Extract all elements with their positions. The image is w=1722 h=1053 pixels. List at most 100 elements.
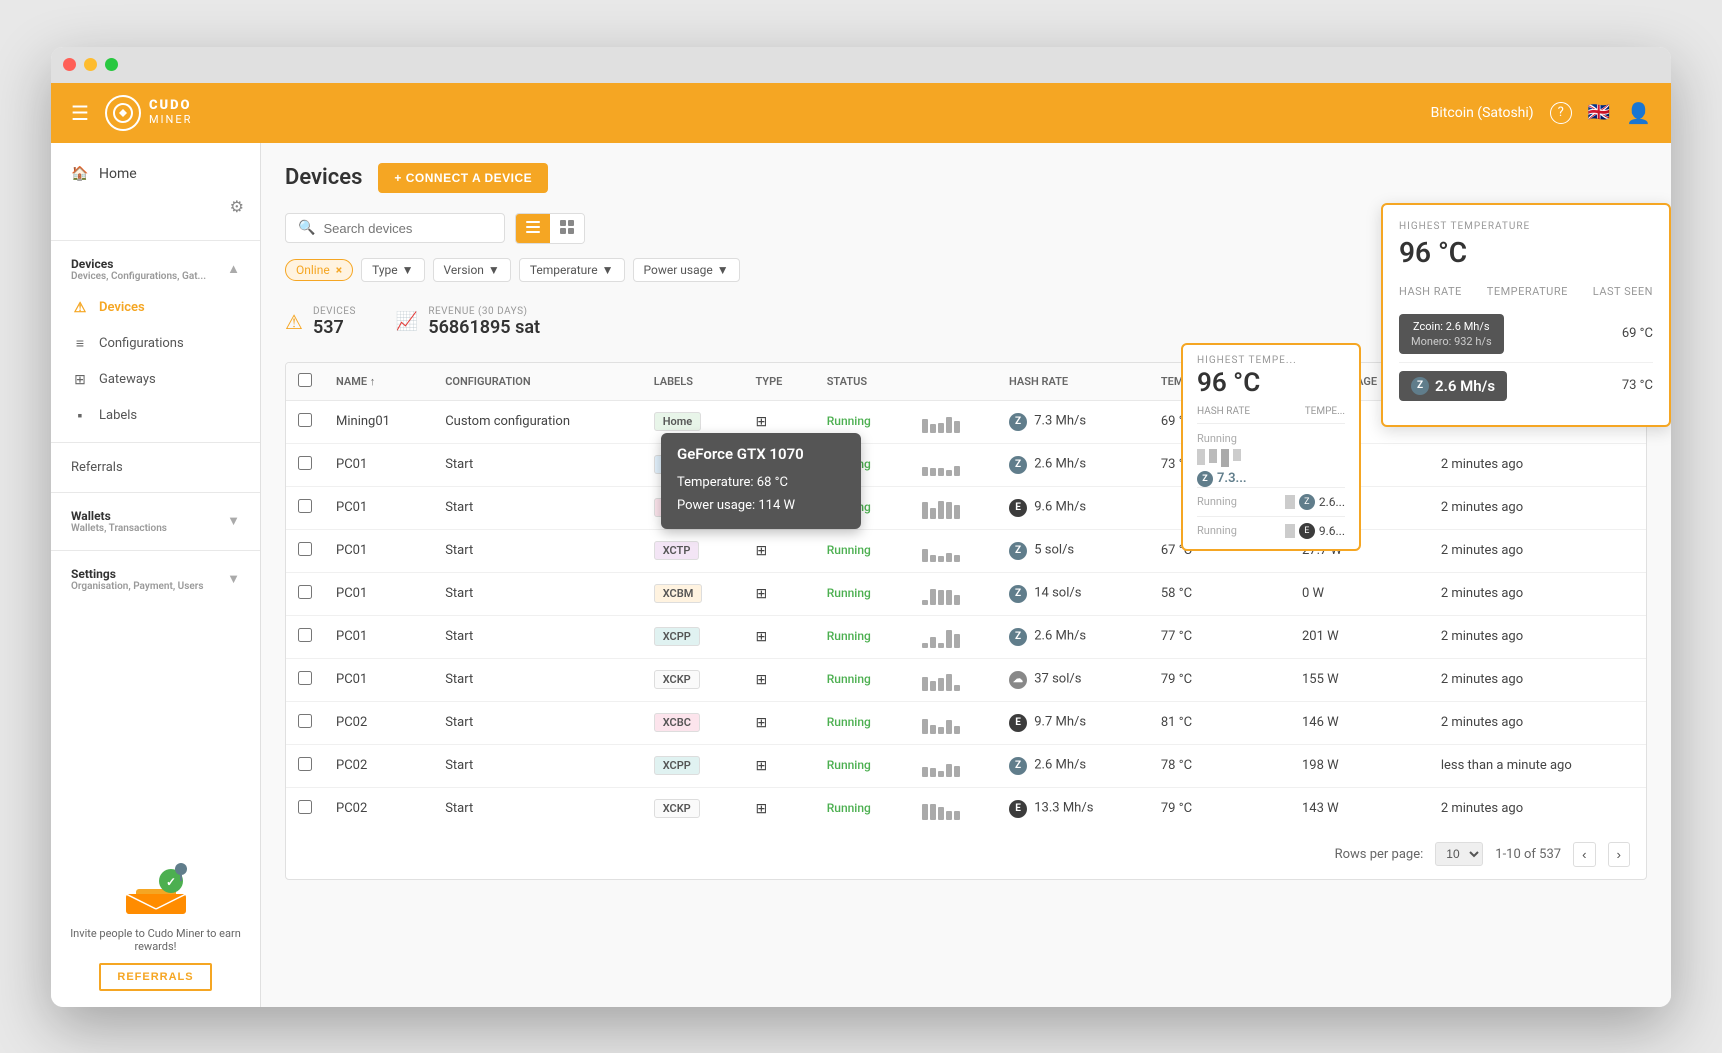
sidebar-item-devices[interactable]: ⚠ Devices	[51, 290, 260, 326]
table-row[interactable]: PC01 Start XCBC ⊞ Running E 9.6 Mh/s 2	[286, 486, 1646, 529]
cell-graph	[910, 486, 997, 529]
online-filter-chip[interactable]: Online ×	[285, 259, 353, 281]
sidebar-item-home[interactable]: 🏠 Home	[51, 155, 260, 193]
sidebar-item-referrals[interactable]: Referrals	[51, 451, 260, 484]
settings-icon[interactable]: ⚙	[230, 197, 244, 216]
cell-graph	[910, 787, 997, 830]
cell-lastseen: 2 minutes ago	[1429, 443, 1646, 486]
sidebar-item-gateways[interactable]: ⊞ Gateways	[51, 362, 260, 398]
row-checkbox[interactable]	[298, 628, 312, 642]
row-checkbox[interactable]	[298, 800, 312, 814]
cell-type: ⊞	[743, 529, 814, 572]
prev-page-button[interactable]: ‹	[1573, 842, 1595, 867]
table-row[interactable]: PC01 Start XCTP ⊞ Running Z 5 sol/s 67 °…	[286, 529, 1646, 572]
devices-table-container: Name ↑ Configuration Labels Type Status …	[285, 362, 1647, 880]
table-row[interactable]: PC02 Start XCPP ⊞ Running Z 2.6 Mh/s 78 …	[286, 744, 1646, 787]
maximize-btn[interactable]	[105, 58, 118, 71]
table-row[interactable]: PC01 Start XCBM ⊞ Running Z 14 sol/s 58 …	[286, 572, 1646, 615]
row-checkbox[interactable]	[298, 456, 312, 470]
table-row[interactable]: PC02 Start XCKP ⊞ Running E 13.3 Mh/s 79…	[286, 787, 1646, 830]
row-checkbox[interactable]	[298, 413, 312, 427]
os-icon: ⊞	[755, 672, 767, 688]
next-page-button[interactable]: ›	[1608, 842, 1630, 867]
settings-expand-icon[interactable]: ▼	[227, 571, 240, 587]
warning-icon: ⚠	[71, 299, 89, 317]
gateway-icon: ⊞	[71, 371, 89, 389]
cell-name: Mining01	[324, 400, 433, 443]
cell-config: Start	[433, 787, 641, 830]
help-icon[interactable]: ?	[1550, 102, 1572, 124]
devices-stat-icon: ⚠	[285, 310, 303, 334]
cell-name: PC02	[324, 744, 433, 787]
row-checkbox[interactable]	[298, 542, 312, 556]
type-filter[interactable]: Type ▼	[361, 258, 424, 282]
titlebar	[51, 47, 1671, 83]
cell-name: PC01	[324, 658, 433, 701]
currency-label[interactable]: Bitcoin (Satoshi)	[1431, 105, 1534, 121]
cell-graph	[910, 658, 997, 701]
cell-hashrate: Z 2.6 Mh/s	[997, 744, 1149, 787]
cell-status: Running	[815, 572, 910, 615]
cell-config: Custom configuration	[433, 400, 641, 443]
power-filter[interactable]: Power usage ▼	[633, 258, 740, 282]
cell-name: PC01	[324, 529, 433, 572]
table-row[interactable]: PC01 Start XCFG ⊞ Running Z 2.6 Mh/s 73 …	[286, 443, 1646, 486]
temperature-filter[interactable]: Temperature ▼	[519, 258, 625, 282]
cell-config: Start	[433, 572, 641, 615]
flag-icon[interactable]: 🇬🇧	[1588, 102, 1610, 123]
table-row[interactable]: PC01 Start XCPP ⊞ Running Z 2.6 Mh/s 77 …	[286, 615, 1646, 658]
row-checkbox[interactable]	[298, 671, 312, 685]
row-checkbox[interactable]	[298, 714, 312, 728]
hash-col-left: Hash rate	[1197, 406, 1250, 417]
select-all-checkbox[interactable]	[298, 373, 312, 387]
minimize-btn[interactable]	[84, 58, 97, 71]
os-icon: ⊞	[755, 586, 767, 602]
close-btn[interactable]	[63, 58, 76, 71]
col-config[interactable]: Configuration	[433, 363, 641, 401]
connect-device-button[interactable]: + CONNECT A DEVICE	[378, 163, 548, 193]
remove-online-filter[interactable]: ×	[336, 263, 342, 277]
user-icon[interactable]: 👤	[1626, 101, 1651, 125]
col-graph	[910, 363, 997, 401]
sidebar-item-labels[interactable]: ▪ Labels	[51, 398, 260, 434]
cell-config: Start	[433, 744, 641, 787]
cell-power: 146 W	[1290, 701, 1429, 744]
right-panel-row-1: Zcoin: 2.6 Mh/s Monero: 932 h/s 69 °C	[1399, 306, 1653, 363]
cell-label: XCTP	[642, 529, 744, 572]
col-name[interactable]: Name ↑	[324, 363, 433, 401]
col-type[interactable]: Type	[743, 363, 814, 401]
list-view-button[interactable]	[516, 214, 550, 243]
config-icon: ≡	[71, 335, 89, 353]
grid-view-button[interactable]	[550, 214, 584, 243]
referral-invite-text: Invite people to Cudo Miner to earn rewa…	[67, 927, 244, 953]
logo-icon	[105, 95, 141, 131]
wallets-expand-icon[interactable]: ▼	[227, 513, 240, 529]
collapse-icon[interactable]: ▲	[227, 261, 240, 277]
table-row[interactable]: PC01 Start XCKP ⊞ Running ☁ 37 sol/s 79 …	[286, 658, 1646, 701]
col-status[interactable]: Status	[815, 363, 910, 401]
cell-name: PC01	[324, 615, 433, 658]
search-input[interactable]	[323, 221, 492, 236]
cell-power: 143 W	[1290, 787, 1429, 830]
table-row[interactable]: PC02 Start XCBC ⊞ Running E 9.7 Mh/s 81 …	[286, 701, 1646, 744]
highest-temp-label-left: HIGHEST TEMPE...	[1197, 355, 1345, 366]
right-panel-title: HIGHEST TEMPERATURE	[1399, 221, 1653, 232]
referrals-button[interactable]: REFERRALS	[99, 963, 211, 991]
devices-table: Name ↑ Configuration Labels Type Status …	[286, 363, 1646, 830]
row-checkbox[interactable]	[298, 757, 312, 771]
devices-stat: ⚠ DEVICES 537	[285, 306, 356, 338]
col-labels[interactable]: Labels	[642, 363, 744, 401]
row-checkbox[interactable]	[298, 585, 312, 599]
cell-type: ⊞	[743, 744, 814, 787]
sidebar-item-configurations[interactable]: ≡ Configurations	[51, 326, 260, 362]
label-icon: ▪	[71, 407, 89, 425]
logo-miner: MINER	[149, 114, 192, 126]
search-box[interactable]: 🔍	[285, 213, 505, 243]
cell-lastseen: less than a minute ago	[1429, 744, 1646, 787]
row-checkbox[interactable]	[298, 499, 312, 513]
col-hashrate[interactable]: Hash rate	[997, 363, 1149, 401]
cell-lastseen: 2 minutes ago	[1429, 658, 1646, 701]
hamburger-icon[interactable]: ☰	[71, 101, 89, 125]
rows-per-page-select[interactable]: 10 25 50	[1435, 842, 1483, 866]
version-filter[interactable]: Version ▼	[433, 258, 511, 282]
